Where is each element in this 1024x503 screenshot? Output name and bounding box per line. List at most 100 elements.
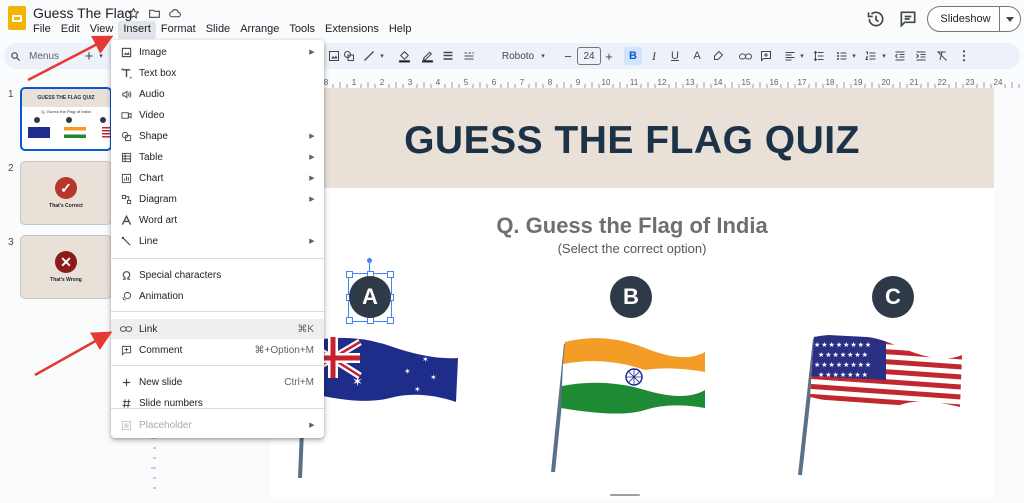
menu-edit[interactable]: Edit: [56, 21, 85, 39]
insert-menu-item-word-art[interactable]: Word art: [111, 210, 324, 230]
menu-format[interactable]: Format: [156, 21, 201, 39]
cloud-saved-icon[interactable]: [166, 4, 184, 22]
submenu-arrow-icon: ▶: [309, 49, 315, 56]
new-slide-dropdown-icon[interactable]: ▾: [97, 47, 105, 65]
menu-arrange[interactable]: Arrange: [235, 21, 284, 39]
menus-search[interactable]: Menus: [10, 47, 82, 65]
font-family-select[interactable]: Roboto: [490, 47, 546, 65]
numbered-list-dropdown-icon[interactable]: ▾: [880, 47, 888, 65]
menu-insert[interactable]: Insert: [118, 21, 156, 39]
insert-menu-item-new-slide[interactable]: New slide Ctrl+M: [111, 372, 324, 392]
menu-extensions[interactable]: Extensions: [320, 21, 384, 39]
document-title[interactable]: Guess The Flag: [33, 5, 132, 21]
insert-menu-item-line[interactable]: Line ▶: [111, 231, 324, 251]
bulleted-list-icon[interactable]: [835, 47, 849, 65]
slide-thumbnail-2[interactable]: ✓ That's Correct: [20, 161, 112, 225]
ruler-tick-label: 10: [602, 78, 611, 87]
comments-icon[interactable]: [898, 9, 918, 29]
menu-bar: File Edit View Insert Format Slide Arran…: [28, 21, 416, 39]
insert-menu-item-special-characters[interactable]: Special characters: [111, 265, 324, 285]
ruler-tick-label: 5: [464, 78, 469, 87]
usa-flag-image[interactable]: ★★★★★★★★ ★★★★★★★ ★★★★★★★★ ★★★★★★★: [790, 333, 970, 478]
insert-menu-item-animation[interactable]: Animation: [111, 286, 324, 306]
insert-menu-item-video[interactable]: Video: [111, 105, 324, 125]
insert-menu-item-text-box[interactable]: Text box: [111, 63, 324, 83]
menu-help[interactable]: Help: [384, 21, 417, 39]
line-spacing-icon[interactable]: [812, 47, 826, 65]
line-tool-icon[interactable]: [362, 47, 376, 65]
menu-slide[interactable]: Slide: [201, 21, 235, 39]
border-dash-icon[interactable]: [462, 47, 476, 65]
ruler-tick-label: 7: [520, 78, 525, 87]
slide-thumbnail-1[interactable]: GUESS THE FLAG QUIZ Q. Guess the Flag of…: [20, 87, 112, 151]
slideshow-button[interactable]: Slideshow: [927, 6, 1021, 32]
highlight-color-icon[interactable]: [711, 47, 725, 65]
increase-indent-icon[interactable]: [914, 47, 928, 65]
align-dropdown-icon[interactable]: ▾: [798, 47, 806, 65]
slide-canvas[interactable]: GUESS THE FLAG QUIZ Q. Guess the Flag of…: [270, 88, 994, 498]
align-icon[interactable]: [783, 47, 797, 65]
new-slide-icon[interactable]: +: [82, 47, 96, 65]
resize-handle[interactable]: [610, 494, 640, 496]
underline-button[interactable]: U: [667, 47, 683, 65]
slideshow-dropdown-icon[interactable]: [1000, 16, 1020, 22]
insert-menu-item-table[interactable]: Table ▶: [111, 147, 324, 167]
insert-menu-item-chart[interactable]: Chart ▶: [111, 168, 324, 188]
insert-menu-item-diagram[interactable]: Diagram ▶: [111, 189, 324, 209]
numbered-list-icon[interactable]: [864, 47, 878, 65]
option-c-badge[interactable]: C: [872, 276, 914, 318]
add-comment-icon[interactable]: [759, 47, 773, 65]
font-size-input[interactable]: 24: [577, 47, 601, 65]
question-text[interactable]: Q. Guess the Flag of India: [270, 213, 994, 239]
menu-file[interactable]: File: [28, 21, 56, 39]
insert-menu-item-shape[interactable]: Shape ▶: [111, 126, 324, 146]
insert-menu-item-image[interactable]: Image ▶: [111, 42, 324, 62]
move-folder-icon[interactable]: [145, 4, 163, 22]
omega-icon: [120, 269, 132, 281]
insert-menu-item-link[interactable]: Link ⌘K: [111, 319, 324, 339]
bulleted-list-dropdown-icon[interactable]: ▾: [850, 47, 858, 65]
more-options-icon[interactable]: ⋮: [958, 47, 971, 65]
ruler-tick-label: 4: [436, 78, 441, 87]
border-color-icon[interactable]: [420, 47, 434, 65]
border-weight-icon[interactable]: [441, 47, 455, 65]
comment-icon: [120, 344, 132, 356]
decrease-font-size-icon[interactable]: −: [562, 47, 574, 65]
shape-icon: [120, 130, 132, 142]
menu-item-label: Diagram: [139, 193, 177, 205]
cross-icon: ✕: [55, 251, 77, 273]
slide-thumbnail-3[interactable]: ✕ That's Wrong: [20, 235, 112, 299]
svg-text:★★★★★★★★: ★★★★★★★★: [814, 361, 872, 369]
line-dropdown-icon[interactable]: ▾: [378, 47, 386, 65]
ruler-tick-label: 16: [770, 78, 779, 87]
font-dropdown-icon[interactable]: ▾: [539, 47, 547, 65]
version-history-icon[interactable]: [866, 9, 886, 29]
menu-tools[interactable]: Tools: [284, 21, 320, 39]
svg-text:★★★★★★★: ★★★★★★★: [818, 351, 869, 359]
increase-font-size-icon[interactable]: +: [603, 47, 615, 65]
india-flag-image[interactable]: [545, 334, 715, 474]
decrease-indent-icon[interactable]: [893, 47, 907, 65]
slide-title[interactable]: GUESS THE FLAG QUIZ: [270, 119, 994, 163]
shape-tool-icon[interactable]: [342, 47, 356, 65]
slides-logo-icon[interactable]: [8, 6, 26, 30]
question-subtitle[interactable]: (Select the correct option): [270, 241, 994, 256]
insert-menu-item-slide-numbers[interactable]: Slide numbers: [111, 393, 324, 413]
horizontal-ruler: 8 1 2 3 4 5 6 7 8 9 10 11 12 13 14 15 16 17 18 19 20 21 22 23 24…: [324, 78, 1020, 88]
bold-button[interactable]: B: [624, 47, 642, 65]
insert-menu-item-audio[interactable]: Audio: [111, 84, 324, 104]
option-a-badge[interactable]: A: [349, 276, 391, 318]
fill-color-icon[interactable]: [397, 47, 411, 65]
svg-text:★★★★★★★★: ★★★★★★★★: [814, 341, 872, 349]
option-b-badge[interactable]: B: [610, 276, 652, 318]
ruler-tick-label: 1: [352, 78, 357, 87]
image-tool-icon[interactable]: [327, 47, 341, 65]
text-color-button[interactable]: A: [689, 47, 705, 65]
italic-button[interactable]: I: [646, 47, 662, 65]
clear-formatting-icon[interactable]: [935, 47, 949, 65]
menu-view[interactable]: View: [85, 21, 119, 39]
star-icon[interactable]: [124, 4, 142, 22]
insert-menu-item-comment[interactable]: Comment ⌘+Option+M: [111, 340, 324, 360]
insert-link-icon[interactable]: [738, 47, 752, 65]
link-icon: [120, 323, 132, 335]
